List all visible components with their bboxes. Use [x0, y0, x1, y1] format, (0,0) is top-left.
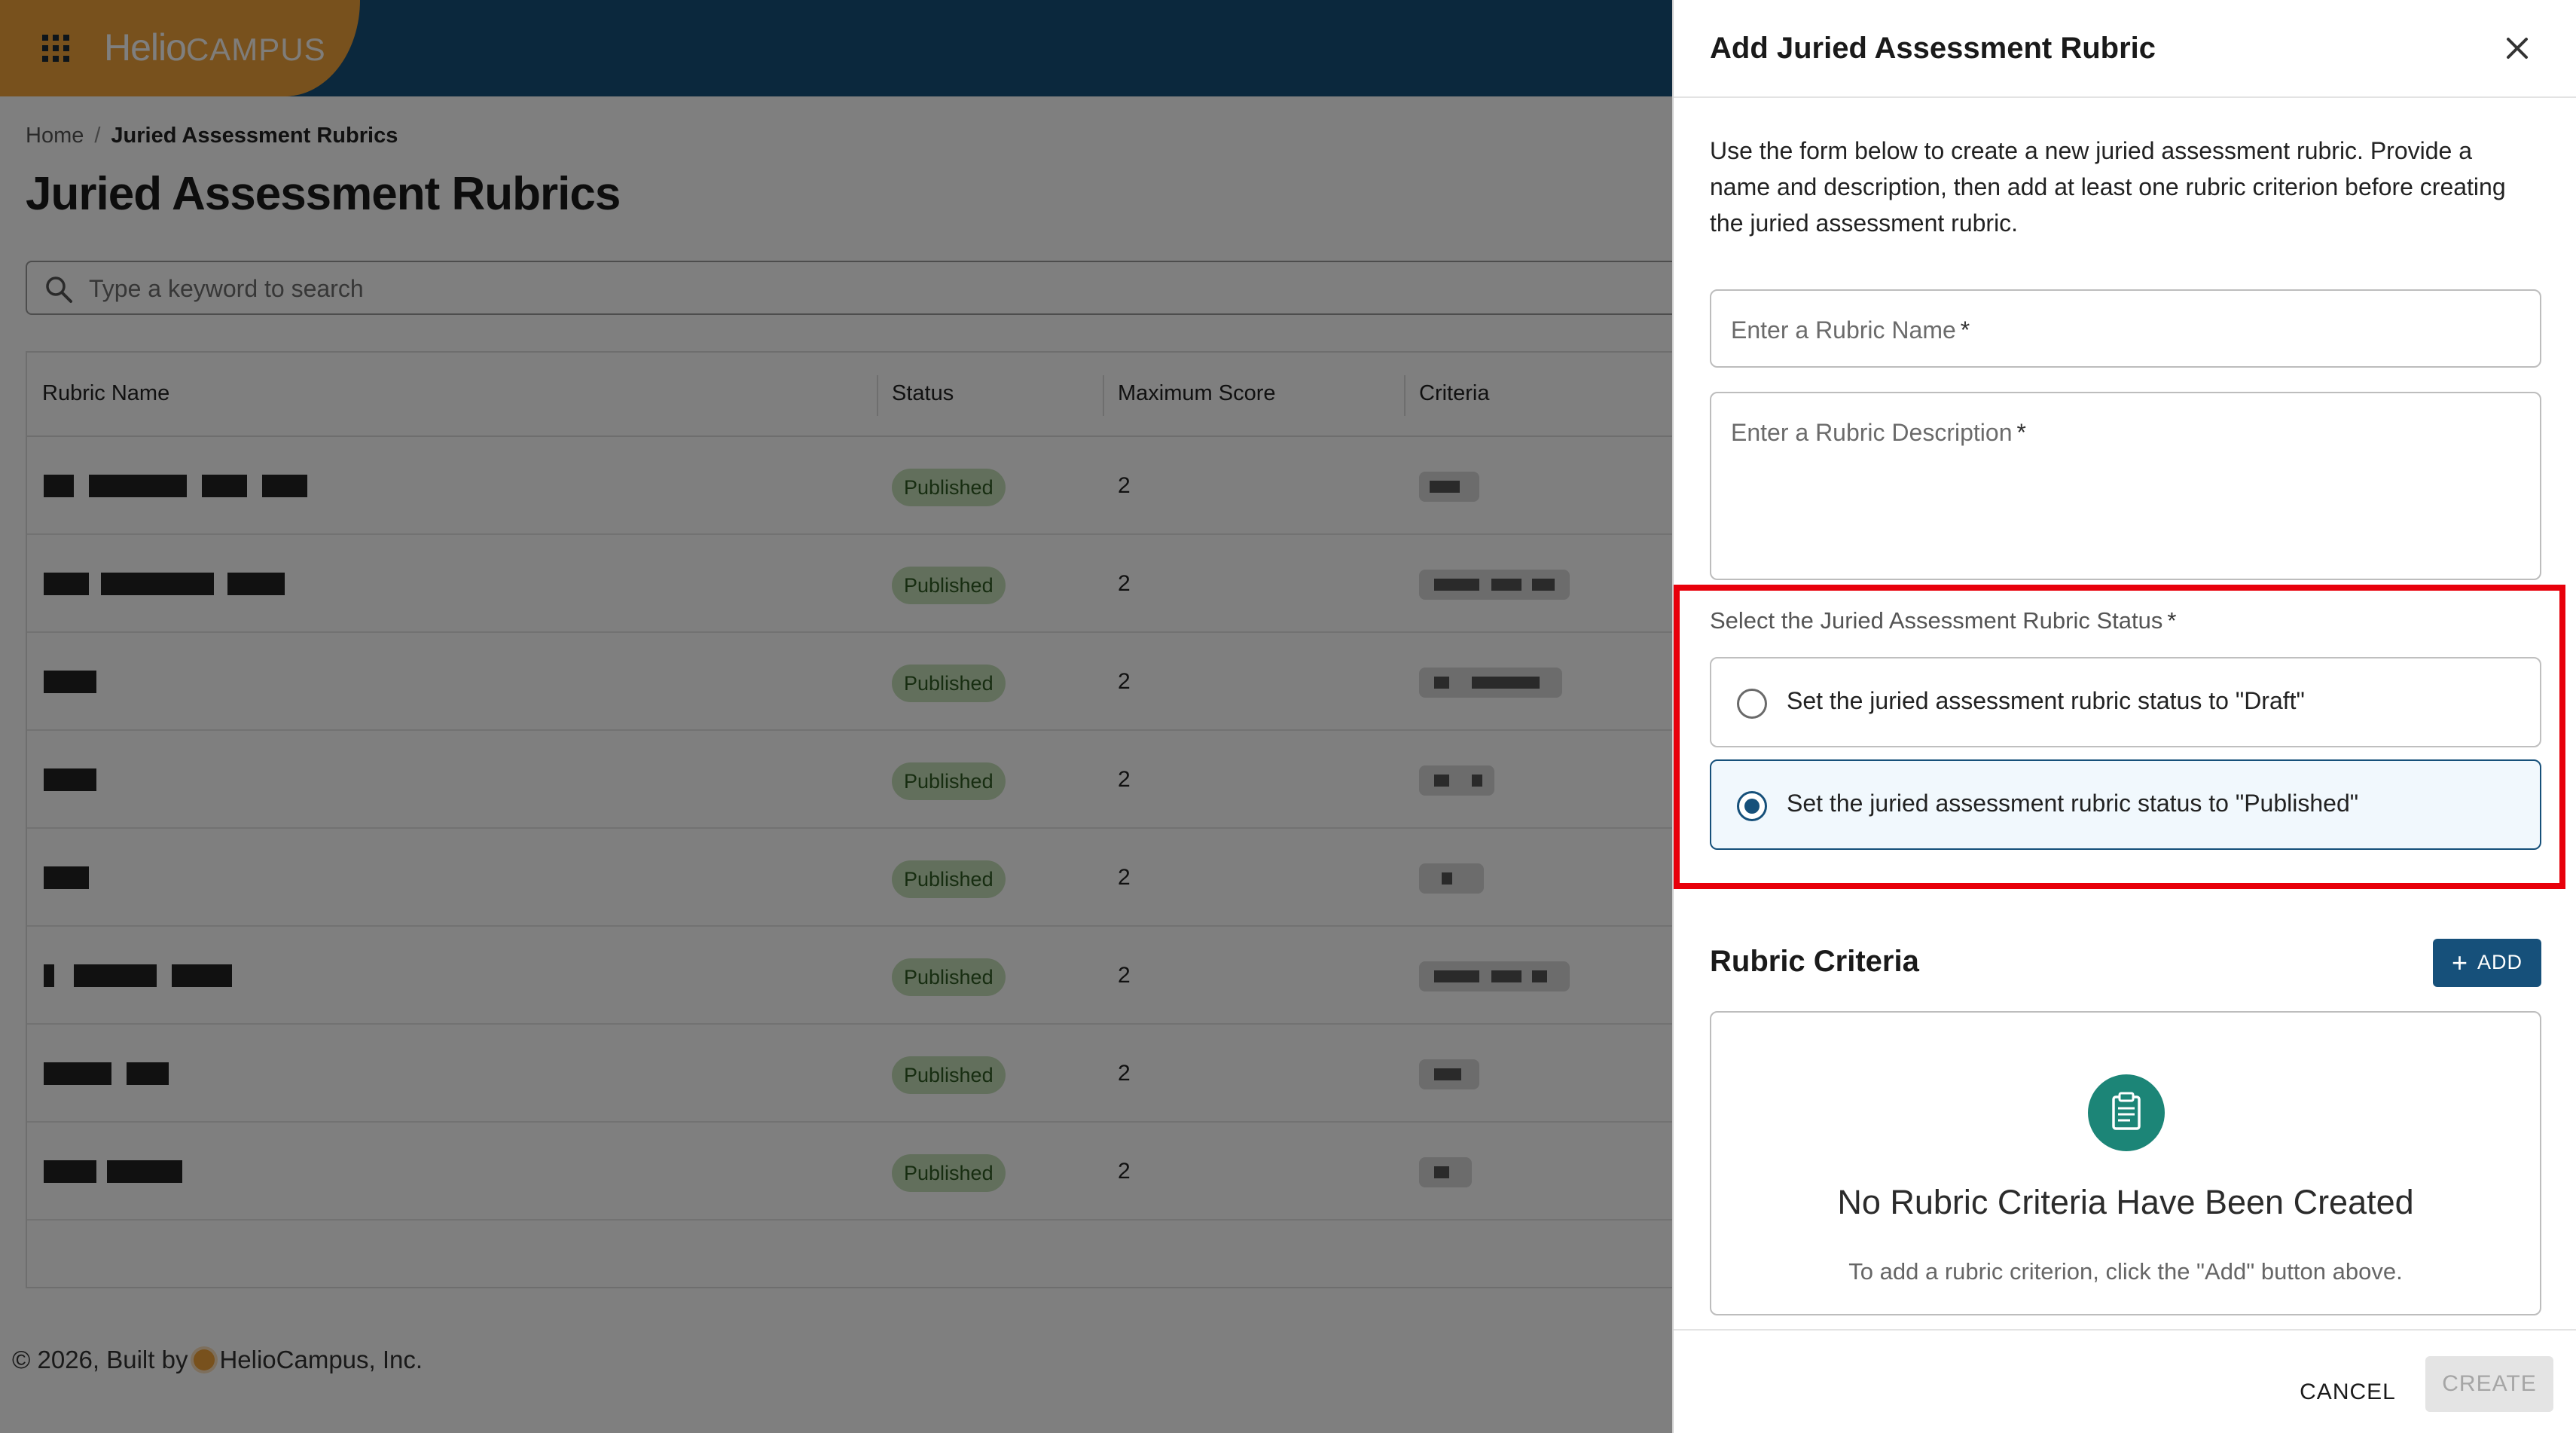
close-icon [2507, 38, 2528, 59]
rubric-description-input[interactable] [1711, 393, 2540, 579]
drawer-title: Add Juried Assessment Rubric [1710, 32, 2156, 65]
drawer-footer: CANCEL CREATE [1674, 1329, 2576, 1433]
add-button-label: ADD [2477, 951, 2523, 973]
empty-state-subtitle: To add a rubric criterion, click the "Ad… [1848, 1258, 2403, 1285]
close-button[interactable] [2496, 27, 2538, 69]
rubric-criteria-title: Rubric Criteria [1710, 945, 1919, 978]
rubric-name-input[interactable] [1711, 291, 2540, 366]
status-section-highlight [1674, 585, 2565, 889]
rubric-description-field[interactable]: Enter a Rubric Description * [1710, 392, 2541, 580]
clipboard-icon [2088, 1074, 2165, 1151]
add-criterion-button[interactable]: + ADD [2433, 939, 2541, 987]
cancel-button[interactable]: CANCEL [2284, 1365, 2412, 1419]
empty-state-title: No Rubric Criteria Have Been Created [1837, 1183, 2414, 1221]
plus-icon: + [2451, 947, 2468, 978]
create-button[interactable]: CREATE [2425, 1356, 2553, 1412]
drawer-header: Add Juried Assessment Rubric [1674, 0, 2576, 98]
modal-backdrop[interactable] [0, 0, 1672, 1433]
criteria-empty-state: No Rubric Criteria Have Been Created To … [1710, 1011, 2541, 1315]
drawer-description: Use the form below to create a new jurie… [1710, 137, 2506, 237]
rubric-name-field[interactable]: Enter a Rubric Name * [1710, 289, 2541, 368]
